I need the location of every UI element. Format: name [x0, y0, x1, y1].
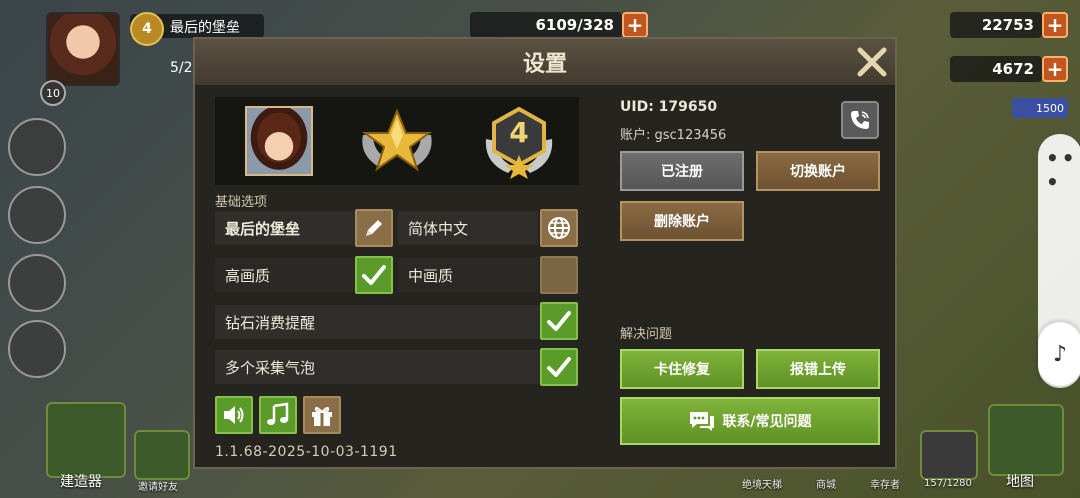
storage-label: 157/1280 — [924, 478, 972, 489]
side-button-1[interactable] — [8, 118, 66, 176]
tower-label: 绝境天梯 — [742, 480, 782, 491]
coins-plus-button[interactable]: + — [1042, 12, 1068, 38]
phone-icon[interactable] — [841, 101, 879, 139]
stuck-fix-button[interactable]: 卡住修复 — [620, 349, 744, 389]
settings-dialog: 设置 4 基础选项 最后的堡垒 简体中文 高画质 中画质 钻石消费提醒 多个采集… — [193, 37, 897, 469]
pencil-icon[interactable] — [355, 209, 393, 247]
storage-button[interactable] — [920, 430, 978, 480]
music-icon[interactable] — [259, 396, 297, 434]
side-button-3[interactable] — [8, 254, 66, 312]
reward-badge-value: 1500 — [1036, 101, 1064, 115]
gather-bubbles-row: 多个采集气泡 — [215, 350, 540, 384]
registered-button[interactable]: 已注册 — [620, 151, 744, 191]
report-bug-button[interactable]: 报错上传 — [756, 349, 880, 389]
diamond-reminder-checkbox[interactable] — [540, 302, 578, 340]
resource-bar: 6109/328 — [470, 12, 622, 38]
stuck-fix-label: 卡住修复 — [654, 362, 710, 378]
medium-quality-label: 中画质 — [408, 266, 454, 285]
side-button-4[interactable] — [8, 320, 66, 378]
basic-options-label: 基础选项 — [215, 195, 268, 210]
gems-value: 4672 — [992, 60, 1034, 78]
side-button-2[interactable] — [8, 186, 66, 244]
globe-icon[interactable] — [540, 209, 578, 247]
language-option-row: 简体中文 — [398, 211, 538, 245]
high-quality-row: 高画质 — [215, 258, 355, 292]
map-label: 地图 — [1006, 474, 1034, 490]
delete-account-button[interactable]: 删除账户 — [620, 201, 744, 241]
gift-icon[interactable] — [303, 396, 341, 434]
dialog-title: 设置 — [522, 52, 567, 77]
resource-plus-button[interactable]: + — [622, 12, 648, 38]
contact-faq-button[interactable]: 联系/常见问题 — [620, 397, 880, 445]
invite-label: 邀请好友 — [138, 482, 178, 493]
shop-label: 商城 — [816, 480, 836, 491]
gems-plus-button[interactable]: + — [1042, 56, 1068, 82]
resource-value: 6109/328 — [535, 16, 614, 34]
contact-faq-label: 联系/常见问题 — [722, 414, 812, 430]
squad-count: 5/2 — [170, 60, 193, 76]
uid-text: UID: 179650 — [620, 99, 718, 115]
reward-badge: 1500 — [1012, 98, 1068, 118]
player-name: 最后的堡垒 — [170, 20, 240, 36]
diamond-reminder-label: 钻石消费提醒 — [225, 313, 316, 332]
profile-avatar[interactable] — [245, 106, 313, 176]
more-icon[interactable]: • • • — [1046, 146, 1080, 194]
alliance-level-badge: 4 — [130, 12, 164, 46]
map-button[interactable] — [988, 404, 1064, 476]
check-icon — [547, 311, 571, 331]
coins-bar: 22753 — [950, 12, 1042, 38]
account-text: 账户: gsc123456 — [620, 128, 727, 143]
medium-quality-checkbox[interactable] — [540, 256, 578, 294]
floating-music-icon[interactable]: ♪ — [1038, 322, 1080, 386]
diamond-reminder-row: 钻石消费提醒 — [215, 305, 540, 339]
high-quality-checkbox[interactable] — [355, 256, 393, 294]
name-option-row: 最后的堡垒 — [215, 211, 355, 245]
close-icon[interactable] — [855, 45, 889, 79]
chat-icon — [690, 412, 715, 431]
builder-button[interactable] — [46, 402, 126, 478]
builder-label: 建造器 — [60, 474, 102, 490]
check-icon — [547, 357, 571, 377]
version-text: 1.1.68-2025-10-03-1191 — [215, 444, 398, 460]
player-level-badge: 10 — [40, 80, 66, 106]
high-quality-label: 高画质 — [225, 266, 271, 285]
rank-number: 4 — [509, 116, 529, 149]
gather-bubbles-label: 多个采集气泡 — [225, 358, 316, 377]
language-option-label: 简体中文 — [408, 219, 469, 238]
survivors-label: 幸存者 — [870, 480, 900, 491]
star-medal-icon[interactable] — [357, 105, 437, 179]
delete-account-label: 删除账户 — [654, 214, 710, 230]
problems-label: 解决问题 — [620, 327, 673, 342]
sound-icon[interactable] — [215, 396, 253, 434]
player-avatar[interactable] — [46, 12, 120, 86]
name-option-label: 最后的堡垒 — [225, 219, 301, 238]
registered-label: 已注册 — [661, 164, 703, 180]
check-icon — [362, 265, 386, 285]
coins-value: 22753 — [981, 16, 1034, 34]
gems-bar: 4672 — [950, 56, 1042, 82]
switch-account-label: 切换账户 — [790, 164, 846, 180]
gather-bubbles-checkbox[interactable] — [540, 348, 578, 386]
invite-button[interactable] — [134, 430, 190, 480]
report-bug-label: 报错上传 — [790, 362, 846, 378]
switch-account-button[interactable]: 切换账户 — [756, 151, 880, 191]
medium-quality-row: 中画质 — [398, 258, 538, 292]
